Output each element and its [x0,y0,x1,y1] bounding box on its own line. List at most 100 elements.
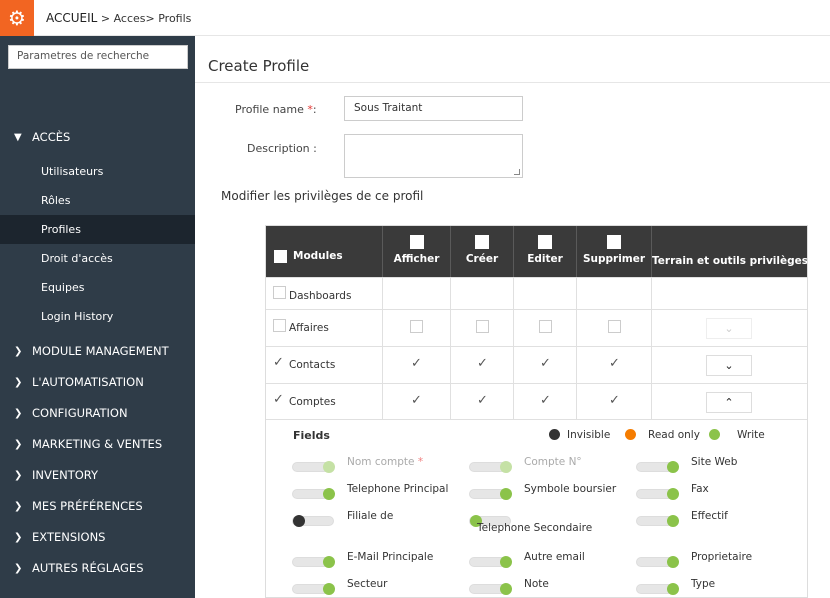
perm-cell: ✓ [383,384,451,420]
sidebar-section-mes-preferences[interactable]: ❯ MES PRÉFÉRENCES [14,499,143,513]
chevron-right-icon: ❯ [14,407,23,419]
header-editer: Editer [514,226,577,277]
perm-cell [577,310,652,346]
field-toggle[interactable] [292,556,335,568]
field-toggle[interactable] [292,583,335,595]
check-icon[interactable]: ✓ [411,357,422,370]
field-toggle[interactable] [292,488,335,500]
header-label: Afficher [393,253,440,265]
perm-checkbox[interactable] [476,320,489,333]
toggle-knob[interactable] [293,515,305,527]
perm-checkbox[interactable] [539,320,552,333]
field-label: Nom compte [347,456,415,468]
field-name: Fax [691,483,709,495]
sidebar-section-configuration[interactable]: ❯ CONFIGURATION [14,406,128,420]
check-icon[interactable]: ✓ [273,356,284,369]
toggle-knob[interactable] [667,515,679,527]
toggle-knob[interactable] [500,583,512,595]
sidebar-section-inventory[interactable]: ❯ INVENTORY [14,468,98,482]
field-toggle[interactable] [636,556,679,568]
gear-icon[interactable]: ⚙ [0,0,34,36]
description-textarea[interactable] [344,134,523,178]
check-icon[interactable]: ✓ [273,393,284,406]
check-icon[interactable]: ✓ [609,357,620,370]
field-toggle[interactable] [636,461,679,473]
column-checkbox[interactable] [475,235,489,249]
profile-name-input[interactable]: Sous Traitant [344,96,523,121]
sidebar-section-acces[interactable]: ▼ ACCÈS [14,130,70,144]
select-all-checkbox[interactable] [274,250,287,263]
chevron-right-icon: ❯ [14,562,23,574]
header-label: Créer [465,253,499,265]
perm-checkbox[interactable] [410,320,423,333]
field-name: Compte N° [524,456,582,468]
sidebar-item-utilisateurs[interactable]: Utilisateurs [0,157,195,186]
toggle-knob[interactable] [667,488,679,500]
field-name: Symbole boursier [524,483,617,495]
breadcrumb-current: Profils [158,12,192,25]
perm-cell: ✓ [451,347,514,383]
perm-checkbox[interactable] [608,320,621,333]
chevron-right-icon: ❯ [14,531,23,543]
module-checkbox[interactable] [273,286,286,299]
chevron-right-icon: ❯ [14,500,23,512]
toggle-knob[interactable] [500,488,512,500]
check-icon[interactable]: ✓ [477,357,488,370]
field-name: Site Web [691,456,738,468]
toggle-knob[interactable] [500,556,512,568]
sidebar-section-autres-reglages[interactable]: ❯ AUTRES RÉGLAGES [14,561,144,575]
sidebar-section-extensions[interactable]: ❯ EXTENSIONS [14,530,105,544]
field-toggle[interactable] [469,556,512,568]
check-icon[interactable]: ✓ [540,394,551,407]
module-checkbox[interactable] [273,319,286,332]
field-toggle[interactable] [636,583,679,595]
sidebar-section-label: MES PRÉFÉRENCES [32,499,143,513]
field-name: E-Mail Principale [347,551,434,563]
breadcrumb-home[interactable]: ACCUEIL [46,11,97,25]
field-toggle[interactable] [636,515,679,527]
toggle-knob[interactable] [323,583,335,595]
field-name: Secteur [347,578,388,590]
sidebar-search-input[interactable]: Parametres de recherche [8,45,188,69]
resize-handle[interactable] [514,169,520,175]
field-toggle[interactable] [469,583,512,595]
header-label: Terrain et outils privilèges [652,255,808,267]
toggle-knob[interactable] [667,461,679,473]
field-toggle [292,461,335,473]
module-name: Comptes [289,396,336,408]
fields-title: Fields [293,429,330,442]
toggle-knob[interactable] [323,488,335,500]
sidebar-item-roles[interactable]: Rôles [0,186,195,215]
perm-cell [451,278,514,309]
sidebar-section-label: CONFIGURATION [32,406,128,420]
field-toggle[interactable] [469,488,512,500]
field-name: Type [691,578,716,590]
column-checkbox[interactable] [538,235,552,249]
check-icon[interactable]: ✓ [411,394,422,407]
breadcrumb-acces[interactable]: Acces [114,12,146,25]
table-row: ✓ Contacts ✓ ✓ ✓ ✓ ⌄ [266,346,807,383]
sidebar-section-marketing-ventes[interactable]: ❯ MARKETING & VENTES [14,437,162,451]
check-icon[interactable]: ✓ [540,357,551,370]
sidebar-item-equipes[interactable]: Equipes [0,273,195,302]
chevron-up-icon[interactable]: ⌃ [706,392,752,413]
sidebar-item-droit-acces[interactable]: Droit d'accès [0,244,195,273]
check-icon[interactable]: ✓ [609,394,620,407]
field-toggle[interactable] [292,515,334,527]
table-row: Affaires ⌄ [266,309,807,346]
required-mark: * [417,456,424,468]
check-icon[interactable]: ✓ [477,394,488,407]
sidebar-section-automatisation[interactable]: ❯ L'AUTOMATISATION [14,375,144,389]
toggle-knob[interactable] [323,556,335,568]
sidebar-section-module-management[interactable]: ❯ MODULE MANAGEMENT [14,344,169,358]
toggle-knob[interactable] [667,583,679,595]
column-checkbox[interactable] [409,235,424,249]
sidebar-item-login-history[interactable]: Login History [0,302,195,331]
toggle-knob[interactable] [667,556,679,568]
sidebar-item-profiles[interactable]: Profiles [0,215,195,244]
chevron-down-icon[interactable]: ⌄ [706,355,752,376]
field-toggle[interactable] [636,488,679,500]
table-header: Modules Afficher Créer Editer Supprimer … [266,226,807,277]
chevron-down-icon: ⌄ [706,318,752,339]
column-checkbox[interactable] [607,235,621,249]
